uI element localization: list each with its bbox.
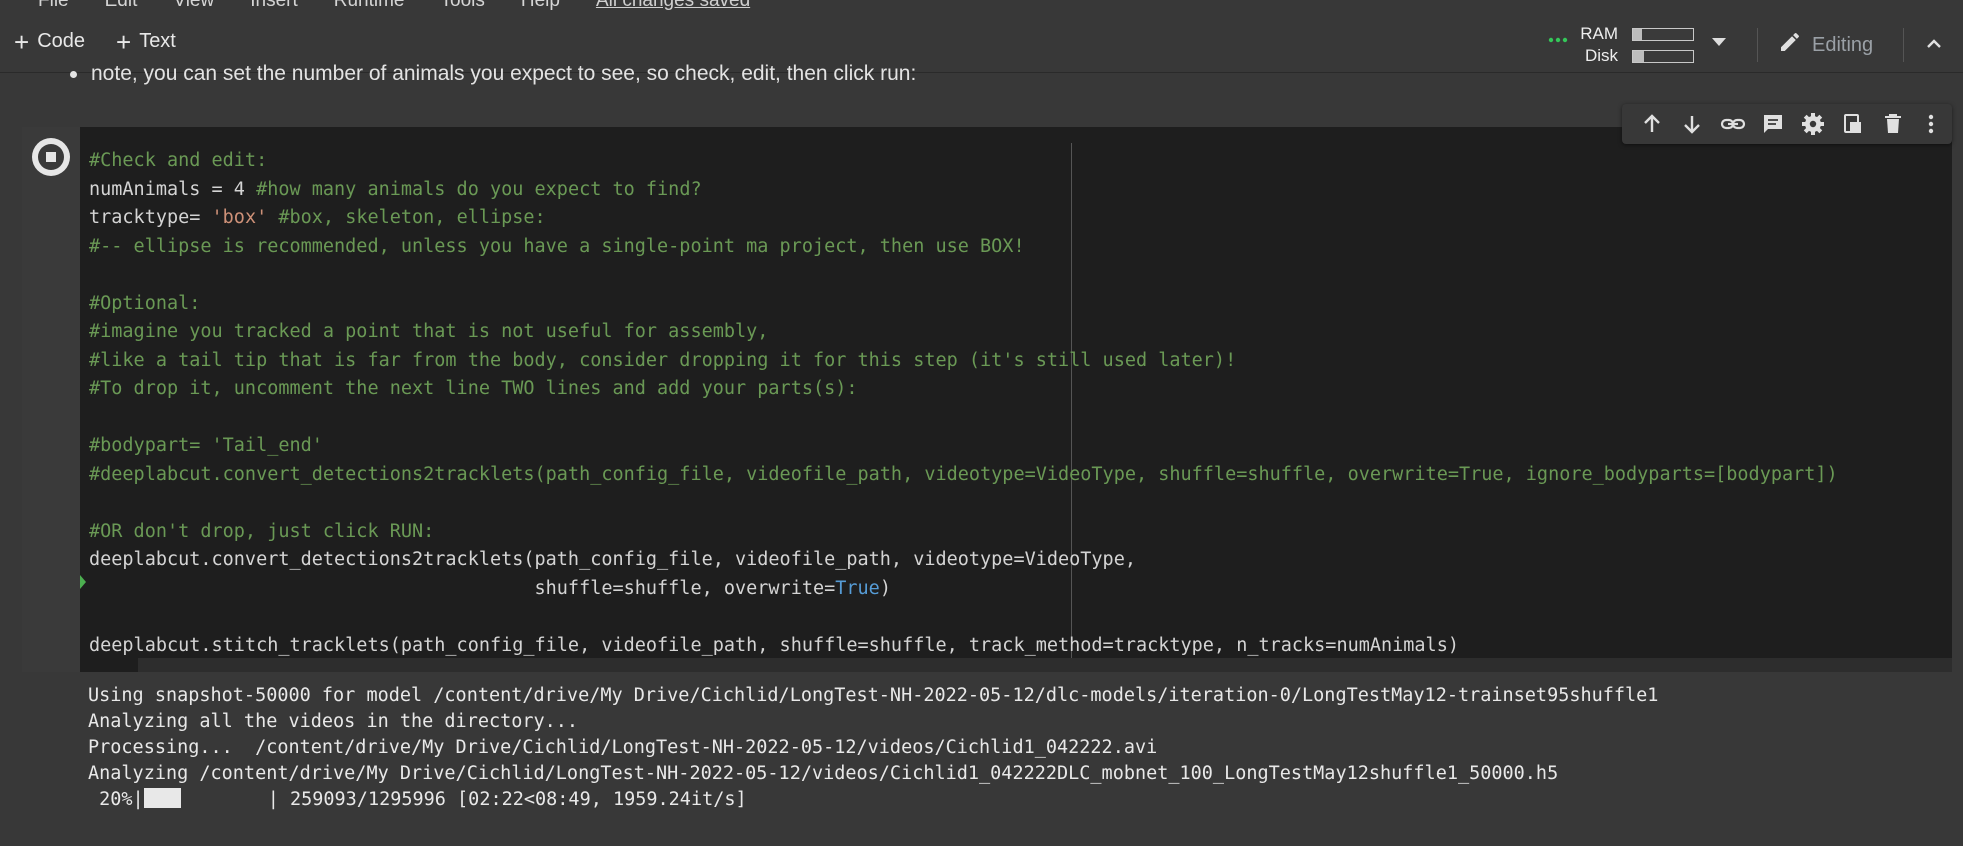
cell-gutter [22, 127, 80, 672]
editing-label: Editing [1812, 33, 1874, 56]
code-token: numAnimals = 4 [89, 178, 257, 200]
menu-item-insert[interactable]: Insert [250, 0, 298, 11]
code-token: #bodypart= 'Tail_end' [89, 435, 323, 456]
bullet-text: note, you can set the number of animals … [91, 62, 917, 85]
menu-item-help[interactable]: Help [521, 0, 560, 11]
output-line: Analyzing /content/drive/My Drive/Cichli… [88, 763, 1559, 784]
link-icon[interactable] [1720, 112, 1746, 136]
pencil-icon [1778, 30, 1802, 60]
code-line: #Optional: [89, 293, 200, 314]
menu-bar: File Edit View Insert Runtime Tools Help All ch… [0, 0, 1963, 18]
code-token: #-- ellipse is recommended, unless you h… [89, 235, 1025, 257]
code-line: #imagine you tracked a point that is not… [89, 321, 768, 342]
horizontal-scrollbar[interactable] [138, 658, 1952, 672]
output-log-lines: Using snapshot-50000 for model /content/… [88, 685, 1658, 784]
code-token: #deeplabcut.convert_detections2tracklets… [89, 463, 1838, 485]
code-editor[interactable]: #Check and edit: numAnimals = 4 #how man… [80, 127, 1952, 672]
code-token: #imagine you tracked a point that is not… [89, 321, 769, 342]
code-line: tracktype= 'box' #box, skeleton, ellipse… [89, 207, 546, 228]
progress-bar [143, 788, 268, 808]
code-line: shuffle=shuffle, overwrite=True) [89, 578, 891, 599]
ram-usage-fill [1633, 29, 1642, 40]
bullet-dot [70, 70, 77, 78]
output-text: Using snapshot-50000 for model /content/… [88, 683, 1658, 813]
code-line: #OR don't drop, just click RUN: [89, 521, 434, 542]
move-up-icon[interactable] [1640, 112, 1664, 136]
toolbar-divider [1757, 28, 1758, 62]
plus-icon: + [14, 26, 30, 57]
code-token: #like a tail tip that is far from the bo… [89, 349, 1237, 371]
text-cell-bullet: note, you can set the number of animals … [70, 62, 916, 86]
menu-item-view[interactable]: View [173, 0, 214, 11]
connected-dots-icon [1548, 32, 1570, 50]
stop-icon [38, 144, 64, 170]
progress-percent: 20%| [88, 789, 144, 810]
stop-execution-button[interactable] [32, 138, 70, 176]
delete-icon[interactable] [1881, 112, 1905, 136]
code-token: #Check and edit: [89, 150, 268, 171]
output-line: Analyzing all the videos in the director… [88, 711, 579, 732]
progress-stats: | 259093/1295996 [02:22<08:49, 1959.24it… [267, 789, 747, 810]
comment-icon[interactable] [1761, 112, 1785, 136]
code-text: #Check and edit: numAnimals = 4 #how man… [89, 147, 1838, 660]
code-token: #box, skeleton, ellipse: [267, 207, 546, 228]
resources-indicator[interactable]: RAM Disk [1548, 24, 1696, 68]
add-text-label: Text [139, 30, 176, 52]
code-line: #Check and edit: [89, 150, 267, 171]
add-text-button[interactable]: + Text [116, 26, 176, 57]
code-line: numAnimals = 4 #how many animals do you … [89, 179, 702, 200]
disk-usage-fill [1633, 51, 1644, 62]
add-code-label: Code [37, 30, 85, 52]
disk-label: Disk [1584, 46, 1618, 65]
ram-usage-bar [1632, 28, 1694, 41]
menu-item-file[interactable]: File [38, 0, 69, 11]
current-line-marker [80, 575, 86, 589]
code-token: #Optional: [89, 292, 201, 314]
code-line: #-- ellipse is recommended, unless you h… [89, 236, 1025, 257]
menu-item-tools[interactable]: Tools [441, 0, 485, 11]
menu-item-runtime[interactable]: Runtime [334, 0, 405, 11]
move-down-icon[interactable] [1680, 112, 1704, 136]
code-token: deeplabcut.stitch_tracklets(path_config_… [89, 634, 1459, 656]
code-token: True [835, 577, 880, 599]
plus-icon: + [116, 26, 132, 57]
toolbar-divider [1903, 28, 1904, 62]
cell-toolbar [1622, 104, 1952, 144]
more-vert-icon[interactable] [1919, 112, 1943, 136]
code-cell[interactable]: #Check and edit: numAnimals = 4 #how man… [22, 127, 1952, 672]
chevron-up-icon[interactable] [1922, 32, 1946, 61]
output-line: Using snapshot-50000 for model /content/… [88, 685, 1659, 706]
code-token: #how many animals do you expect to find? [256, 178, 702, 200]
add-code-button[interactable]: + Code [14, 26, 85, 57]
editing-mode-button[interactable]: Editing [1778, 30, 1873, 60]
code-token: #OR don't drop, just click RUN: [89, 520, 435, 542]
output-line: Processing... /content/drive/My Drive/Ci… [88, 737, 1158, 758]
code-token: ) [879, 577, 891, 599]
gear-icon[interactable] [1801, 112, 1825, 136]
code-line: #like a tail tip that is far from the bo… [89, 350, 1236, 371]
code-token: #To drop it, uncomment the next line TWO… [89, 378, 858, 399]
mirror-cell-icon[interactable] [1841, 112, 1865, 136]
disk-usage-bar [1632, 50, 1694, 63]
code-line: deeplabcut.stitch_tracklets(path_config_… [89, 635, 1459, 656]
code-line: #deeplabcut.convert_detections2tracklets… [89, 464, 1838, 485]
progress-bar-fill [143, 788, 181, 808]
ram-label: RAM [1580, 24, 1618, 43]
code-line: deeplabcut.convert_detections2tracklets(… [89, 549, 1136, 570]
chevron-down-icon[interactable] [1712, 38, 1726, 46]
saved-status[interactable]: All changes saved [596, 0, 750, 11]
code-token: shuffle=shuffle, overwrite= [89, 577, 836, 599]
cell-output: Using snapshot-50000 for model /content/… [22, 672, 1952, 846]
code-line: #To drop it, uncomment the next line TWO… [89, 378, 858, 399]
code-token: 'box' [211, 207, 268, 228]
menu-items: File Edit View Insert Runtime Tools Help All ch… [38, 0, 786, 12]
code-token: tracktype= [89, 207, 212, 228]
code-line: #bodypart= 'Tail_end' [89, 435, 323, 456]
code-token: deeplabcut.convert_detections2tracklets(… [89, 549, 1136, 570]
menu-item-edit[interactable]: Edit [105, 0, 138, 11]
